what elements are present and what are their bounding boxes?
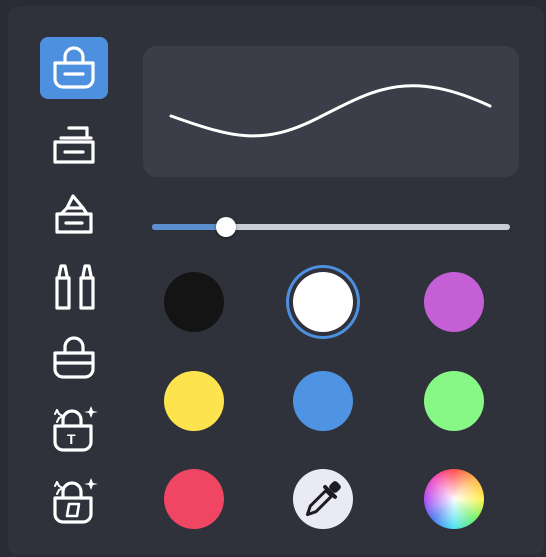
eraser-icon (53, 126, 95, 164)
magic-shape-bucket-icon (53, 478, 98, 524)
eyedropper-button[interactable] (293, 469, 353, 529)
markers-icon (55, 264, 95, 310)
color-swatch-blue[interactable] (293, 371, 353, 431)
magic-text-bucket-icon: T (53, 406, 98, 452)
bucket-half-icon (53, 336, 95, 379)
preview-stroke (169, 84, 492, 138)
color-swatch-white[interactable] (293, 272, 353, 332)
magic-text-tool[interactable]: T (40, 398, 108, 460)
eyedropper-icon (305, 481, 341, 517)
stroke-preview (143, 46, 519, 177)
pen-tool[interactable] (40, 184, 108, 246)
color-swatch-red[interactable] (164, 469, 224, 529)
brush-size-slider[interactable] (152, 217, 510, 237)
color-swatch-purple[interactable] (424, 272, 484, 332)
bucket-fill-tool[interactable] (40, 37, 108, 99)
bucket-half-fill-tool[interactable] (40, 327, 108, 389)
eraser-tool[interactable] (40, 112, 108, 174)
slider-fill (152, 224, 226, 230)
markers-tool[interactable] (40, 256, 108, 318)
color-swatch-yellow[interactable] (164, 371, 224, 431)
magic-shape-tool[interactable] (40, 470, 108, 532)
color-swatch-green[interactable] (424, 371, 484, 431)
svg-text:T: T (67, 431, 76, 447)
pen-nib-icon (55, 194, 93, 234)
color-wheel-button[interactable] (424, 469, 484, 529)
slider-thumb[interactable] (216, 217, 236, 237)
bucket-icon (53, 46, 95, 89)
color-swatch-black[interactable] (164, 272, 224, 332)
